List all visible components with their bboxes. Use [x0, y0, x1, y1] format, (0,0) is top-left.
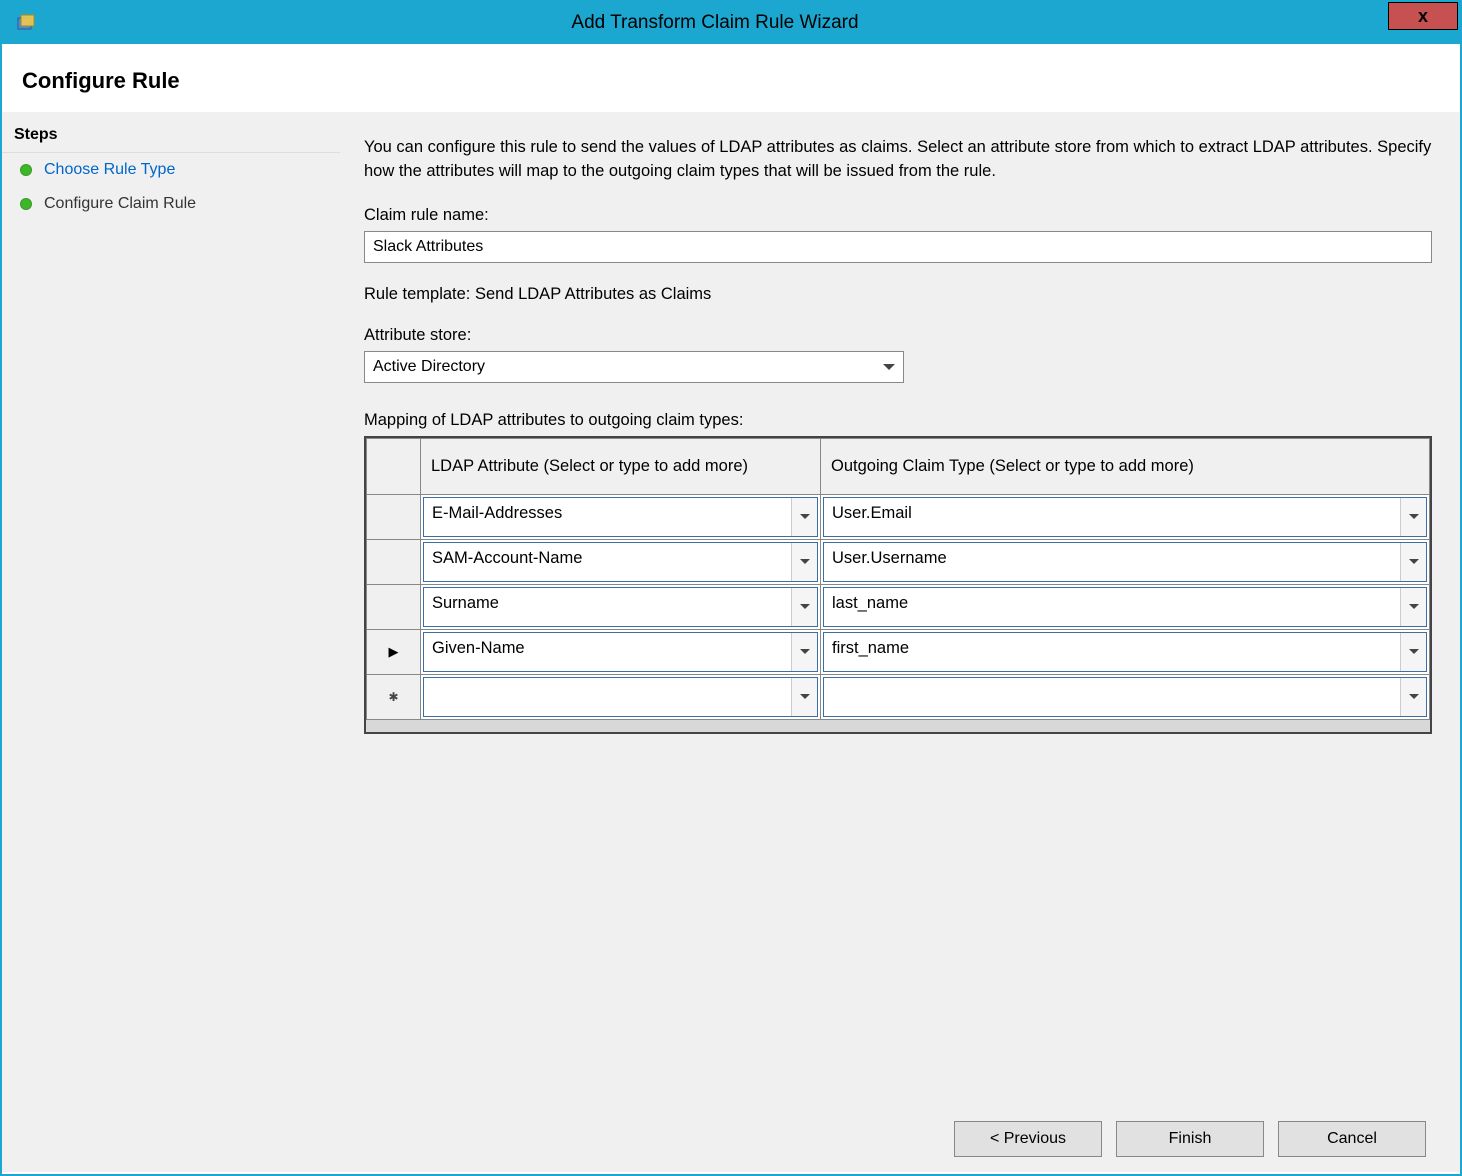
chevron-down-icon [1400, 678, 1426, 716]
chevron-down-icon [791, 543, 817, 581]
step-bullet-icon [20, 164, 32, 176]
step-label: Configure Claim Rule [44, 195, 196, 213]
step-choose-rule-type[interactable]: Choose Rule Type [2, 153, 340, 187]
row-selector[interactable] [367, 584, 421, 629]
steps-header: Steps [2, 120, 340, 153]
mapping-label: Mapping of LDAP attributes to outgoing c… [364, 411, 1432, 430]
table-row-new [367, 674, 1430, 719]
row-selector[interactable] [367, 539, 421, 584]
chevron-down-icon [1400, 543, 1426, 581]
chevron-down-icon [791, 633, 817, 671]
grid-corner-cell [367, 438, 421, 494]
chevron-down-icon [1400, 633, 1426, 671]
ldap-attribute-dropdown[interactable]: E-Mail-Addresses [423, 497, 818, 537]
claim-type-dropdown[interactable]: User.Email [823, 497, 1427, 537]
attribute-store-value: Active Directory [373, 358, 875, 376]
instructions-text: You can configure this rule to send the … [364, 136, 1432, 184]
table-row: E-Mail-Addresses User.Email [367, 494, 1430, 539]
row-selector-current[interactable] [367, 629, 421, 674]
chevron-down-icon [1400, 498, 1426, 536]
footer-buttons: < Previous Finish Cancel [2, 1106, 1460, 1172]
ldap-attribute-dropdown[interactable] [423, 677, 818, 717]
grid-scrollbar[interactable] [366, 720, 1430, 732]
cancel-button[interactable]: Cancel [1278, 1121, 1426, 1157]
previous-button[interactable]: < Previous [954, 1121, 1102, 1157]
table-row: Surname last_name [367, 584, 1430, 629]
mapping-grid: LDAP Attribute (Select or type to add mo… [364, 436, 1432, 734]
wizard-window: Add Transform Claim Rule Wizard x Config… [0, 0, 1462, 1176]
ldap-attribute-dropdown[interactable]: Given-Name [423, 632, 818, 672]
ldap-attribute-dropdown[interactable]: SAM-Account-Name [423, 542, 818, 582]
main-panel: You can configure this rule to send the … [340, 112, 1460, 1106]
claim-rule-name-label: Claim rule name: [364, 206, 1432, 225]
column-header-claim: Outgoing Claim Type (Select or type to a… [821, 438, 1430, 494]
close-button[interactable]: x [1388, 2, 1458, 30]
column-header-ldap: LDAP Attribute (Select or type to add mo… [421, 438, 821, 494]
chevron-down-icon [875, 352, 903, 382]
titlebar: Add Transform Claim Rule Wizard x [2, 2, 1460, 44]
claim-type-dropdown[interactable] [823, 677, 1427, 717]
body: Steps Choose Rule Type Configure Claim R… [2, 112, 1460, 1106]
page-title: Configure Rule [2, 44, 1460, 112]
attribute-store-label: Attribute store: [364, 326, 1432, 345]
claim-rule-name-input[interactable] [364, 231, 1432, 263]
ldap-attribute-dropdown[interactable]: Surname [423, 587, 818, 627]
finish-button[interactable]: Finish [1116, 1121, 1264, 1157]
claim-type-dropdown[interactable]: last_name [823, 587, 1427, 627]
chevron-down-icon [791, 678, 817, 716]
close-icon: x [1418, 6, 1428, 27]
rule-template-text: Rule template: Send LDAP Attributes as C… [364, 285, 1432, 304]
steps-sidebar: Steps Choose Rule Type Configure Claim R… [2, 112, 340, 1106]
row-selector[interactable] [367, 494, 421, 539]
claim-type-dropdown[interactable]: first_name [823, 632, 1427, 672]
attribute-store-dropdown[interactable]: Active Directory [364, 351, 904, 383]
step-configure-claim-rule[interactable]: Configure Claim Rule [2, 187, 340, 221]
claim-type-dropdown[interactable]: User.Username [823, 542, 1427, 582]
step-label: Choose Rule Type [44, 161, 175, 179]
chevron-down-icon [1400, 588, 1426, 626]
window-icon [12, 9, 40, 37]
chevron-down-icon [791, 588, 817, 626]
step-bullet-icon [20, 198, 32, 210]
window-title: Add Transform Claim Rule Wizard [40, 12, 1460, 34]
chevron-down-icon [791, 498, 817, 536]
table-row: Given-Name first_name [367, 629, 1430, 674]
row-selector-new[interactable] [367, 674, 421, 719]
table-row: SAM-Account-Name User.Username [367, 539, 1430, 584]
